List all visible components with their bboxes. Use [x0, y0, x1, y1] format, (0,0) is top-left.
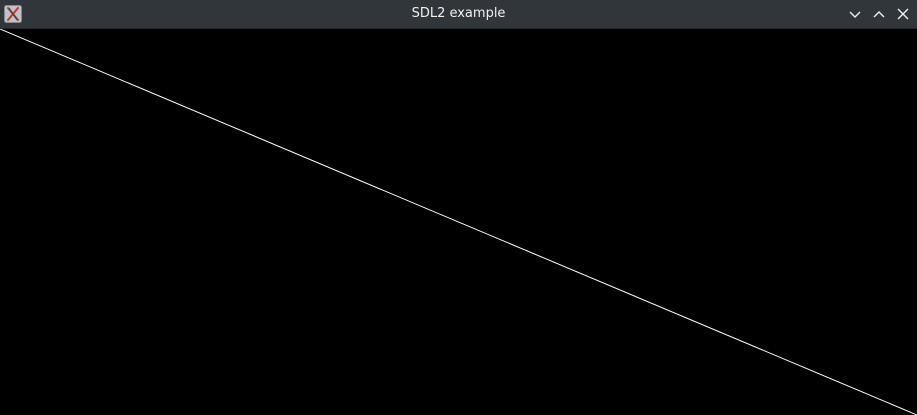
maximize-button[interactable] [870, 5, 888, 23]
render-surface [0, 28, 917, 415]
chevron-down-icon [849, 11, 861, 18]
title-bar[interactable]: SDL2 example [0, 0, 917, 29]
minimize-button[interactable] [846, 5, 864, 23]
window-title: SDL2 example [411, 6, 506, 21]
chevron-up-icon [873, 11, 885, 18]
sdl2-window: SDL2 example [0, 0, 917, 415]
close-icon [897, 8, 909, 20]
render-canvas[interactable] [0, 28, 917, 415]
close-button[interactable] [894, 5, 912, 23]
diagonal-line [0, 28, 917, 415]
